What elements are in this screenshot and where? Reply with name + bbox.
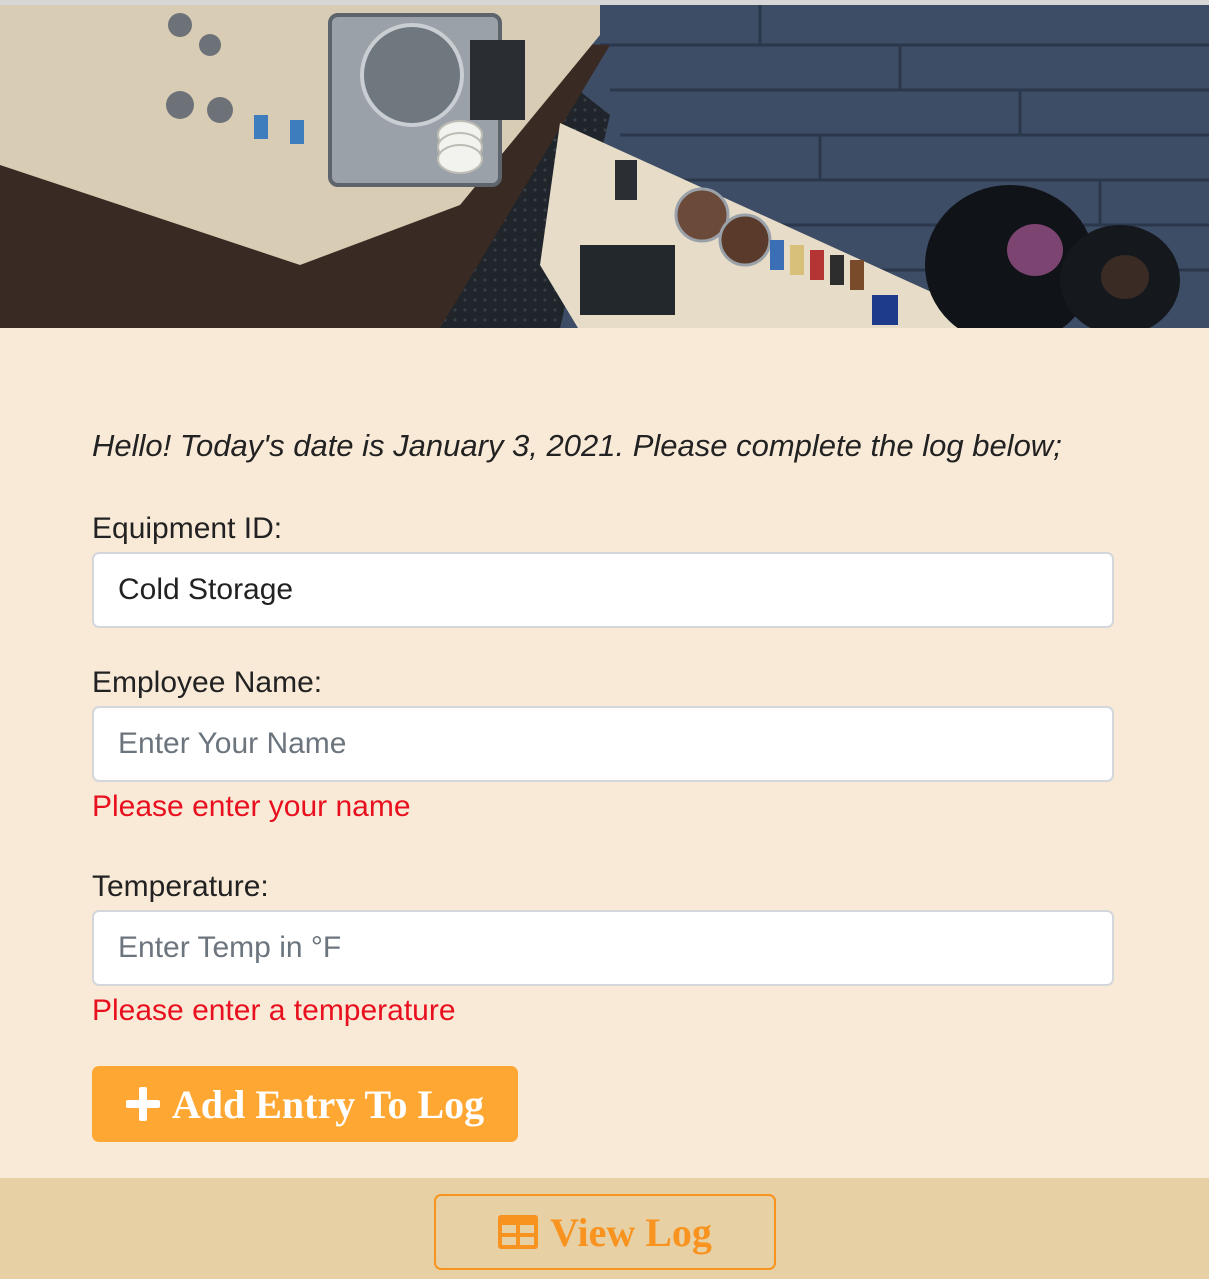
footer-bar: View Log bbox=[0, 1178, 1209, 1279]
hero-image bbox=[0, 5, 1209, 328]
add-entry-label: Add Entry To Log bbox=[171, 1081, 485, 1127]
employee-name-label: Employee Name: bbox=[92, 666, 323, 699]
page: Hello! Today's date is January 3, 2021. … bbox=[0, 0, 1209, 1279]
plus-icon bbox=[125, 1087, 160, 1121]
employee-name-input[interactable] bbox=[92, 706, 1114, 782]
temperature-error: Please enter a temperature bbox=[92, 994, 456, 1027]
coffee-shop-photo bbox=[0, 5, 1209, 328]
view-log-button[interactable]: View Log bbox=[434, 1194, 776, 1270]
temperature-label: Temperature: bbox=[92, 870, 269, 903]
employee-name-error: Please enter your name bbox=[92, 790, 411, 823]
add-entry-button[interactable]: Add Entry To Log bbox=[92, 1066, 518, 1142]
greeting-text: Hello! Today's date is January 3, 2021. … bbox=[92, 428, 1062, 463]
view-log-label: View Log bbox=[550, 1209, 712, 1255]
log-form-section: Hello! Today's date is January 3, 2021. … bbox=[0, 328, 1209, 1178]
equipment-id-input[interactable] bbox=[92, 552, 1114, 628]
table-icon bbox=[498, 1215, 539, 1249]
temperature-input[interactable] bbox=[92, 910, 1114, 986]
equipment-id-label: Equipment ID: bbox=[92, 512, 283, 545]
